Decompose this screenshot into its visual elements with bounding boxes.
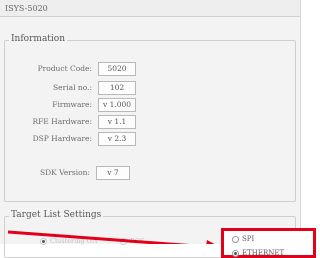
dsp-hardware-field: v 2.3 <box>98 132 136 146</box>
window-title: ISYS-5020 <box>0 0 300 17</box>
spi-option[interactable]: SPI <box>232 235 254 243</box>
serial-no-field: 102 <box>98 81 136 95</box>
information-legend: Information <box>9 34 68 44</box>
rcs-radio[interactable] <box>120 237 127 245</box>
spi-radio[interactable] <box>232 235 239 243</box>
rfe-hardware-field: v 1.1 <box>98 115 136 129</box>
ethernet-radio[interactable] <box>232 249 239 257</box>
product-code-label: Product Code: <box>37 64 92 73</box>
target-list-legend: Target List Settings <box>9 210 104 220</box>
clustering-on-radio[interactable] <box>40 237 47 245</box>
dsp-hardware-label: DSP Hardware: <box>32 134 92 143</box>
interface-highlight-box: SPI ETHERNET <box>221 228 316 258</box>
serial-no-label: Serial no.: <box>53 83 92 92</box>
sdk-version-label: SDK Version: <box>39 168 90 177</box>
product-code-field: 5020 <box>98 62 136 76</box>
firmware-field: v 1.000 <box>98 98 136 112</box>
device-window: ISYS-5020 Information Product Code: 5020… <box>0 0 301 258</box>
ethernet-option[interactable]: ETHERNET <box>232 249 284 257</box>
ethernet-label: ETHERNET <box>242 249 285 257</box>
firmware-label: Firmware: <box>52 100 92 109</box>
rfe-hardware-label: RFE Hardware: <box>32 117 92 126</box>
spi-label: SPI <box>242 235 255 243</box>
sdk-version-field: v 7 <box>96 166 130 180</box>
